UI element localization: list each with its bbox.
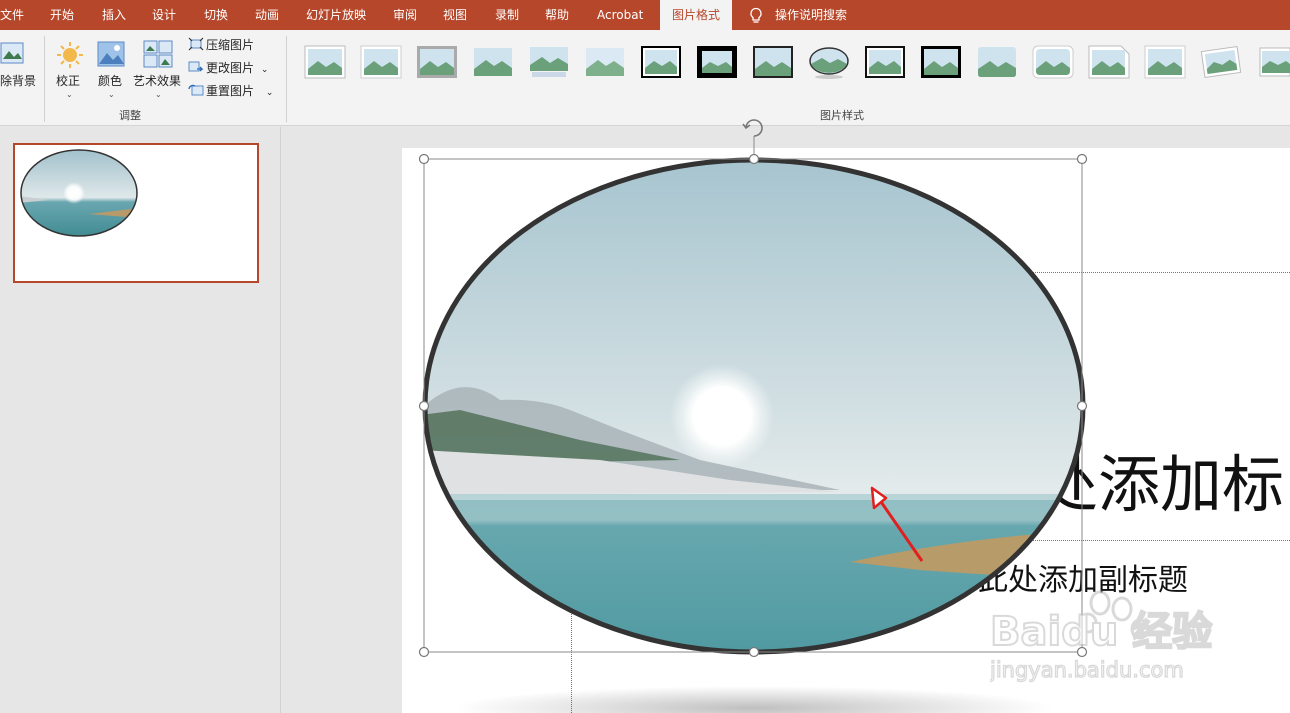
tab-animations[interactable]: 动画 (255, 0, 279, 30)
picture-style-metal-frame[interactable] (864, 45, 906, 79)
picture-style-reflected[interactable] (528, 45, 570, 79)
chevron-down-icon: ⌄ (260, 65, 269, 75)
compress-pictures-button[interactable]: 压缩图片 (188, 36, 254, 56)
reset-picture-button[interactable]: 重置图片 ⌄ (188, 82, 273, 102)
resize-handle[interactable] (1076, 400, 1088, 412)
remove-background-button[interactable]: 除背景 (0, 38, 40, 98)
artistic-effects-button[interactable]: 艺术效果 ⌄ (133, 38, 185, 100)
thumbnail-oval-picture (20, 149, 138, 237)
tab-insert[interactable]: 插入 (102, 0, 126, 30)
picture-style-snip-corner[interactable] (1088, 45, 1130, 79)
picture-style-soft-edge[interactable] (584, 45, 626, 79)
slide-thumbnail[interactable] (13, 143, 259, 283)
corrections-button[interactable]: 校正 ⌄ (52, 38, 88, 100)
picture-style-simple-frame[interactable] (304, 45, 346, 79)
baidu-jingyan-watermark: Baidu 经验 jingyan.baidu.com (990, 590, 1213, 683)
picture-style-black-matte[interactable] (920, 45, 962, 79)
resize-handle[interactable] (418, 153, 430, 165)
sun-icon (57, 42, 83, 68)
change-picture-button[interactable]: 更改图片 ⌄ (188, 59, 268, 79)
picture-style-beveled[interactable] (360, 45, 402, 79)
tab-record[interactable]: 录制 (495, 0, 519, 30)
picture-style-perspective[interactable] (1256, 45, 1290, 79)
remove-background-icon (0, 42, 24, 64)
chevron-down-icon: ⌄ (66, 90, 73, 99)
resize-handle[interactable] (1076, 153, 1088, 165)
remove-background-label: 除背景 (0, 74, 37, 88)
sun (670, 364, 774, 468)
separator (286, 36, 287, 122)
change-picture-label: 更改图片 (206, 61, 255, 75)
reset-picture-label: 重置图片 (206, 84, 255, 98)
tab-design[interactable]: 设计 (152, 0, 176, 30)
picture-style-rounded-shadow[interactable] (1032, 45, 1074, 79)
resize-handle[interactable] (418, 400, 430, 412)
picture-style-oval[interactable] (808, 45, 850, 79)
reset-picture-icon (188, 84, 204, 96)
adjust-group-label: 调整 (119, 109, 141, 122)
picture-style-center-shadow[interactable] (1144, 45, 1186, 79)
resize-handle[interactable] (418, 646, 430, 658)
tab-slideshow[interactable]: 幻灯片放映 (306, 0, 366, 30)
color-button[interactable]: 颜色 ⌄ (95, 38, 129, 100)
corrections-label: 校正 (56, 74, 81, 88)
color-label: 颜色 (98, 74, 123, 88)
picture-style-double-frame[interactable] (640, 45, 682, 79)
chevron-down-icon: ⌄ (108, 90, 115, 99)
picture-color-icon (97, 41, 125, 67)
artistic-effects-label: 艺术效果 (133, 74, 182, 88)
tab-help[interactable]: 帮助 (545, 0, 569, 30)
resize-handle[interactable] (748, 153, 760, 165)
tab-picture-format[interactable]: 图片格式 (660, 0, 733, 30)
separator (44, 36, 45, 122)
change-picture-icon (188, 61, 204, 72)
tab-review[interactable]: 审阅 (393, 0, 417, 30)
compress-label: 压缩图片 (206, 38, 255, 52)
picture-style-simple-black[interactable] (752, 45, 794, 79)
tab-file[interactable]: 文件 (0, 0, 24, 30)
picture-style-soft[interactable] (472, 45, 514, 79)
picture-style-thick-black[interactable] (696, 45, 738, 79)
picture-shadow (454, 686, 1054, 713)
tab-acrobat[interactable]: Acrobat (597, 0, 643, 30)
rotate-handle-icon[interactable] (742, 119, 763, 137)
artistic-effects-icon (143, 40, 173, 68)
chevron-down-icon: ⌄ (155, 90, 162, 99)
chevron-down-icon: ⌄ (265, 88, 274, 98)
resize-handle[interactable] (748, 646, 760, 658)
tell-me-search[interactable]: 操作说明搜索 (775, 0, 847, 30)
tab-home[interactable]: 开始 (50, 0, 74, 30)
compress-icon (188, 37, 204, 51)
picture-style-rotated[interactable] (1200, 45, 1242, 79)
ribbon-tab-bar: 文件 开始 插入 设计 切换 动画 幻灯片放映 审阅 视图 录制 帮助 Acro… (0, 0, 1290, 30)
watermark-url: jingyan.baidu.com (990, 658, 1184, 682)
slide-thumbnail-panel (0, 127, 281, 713)
tab-view[interactable]: 视图 (443, 0, 467, 30)
picture-style-rounded[interactable] (976, 45, 1018, 79)
lightbulb-icon (750, 7, 762, 23)
picture-style-shadow[interactable] (416, 45, 458, 79)
tab-transitions[interactable]: 切换 (204, 0, 228, 30)
watermark-brand: Baidu 经验 (990, 609, 1212, 655)
